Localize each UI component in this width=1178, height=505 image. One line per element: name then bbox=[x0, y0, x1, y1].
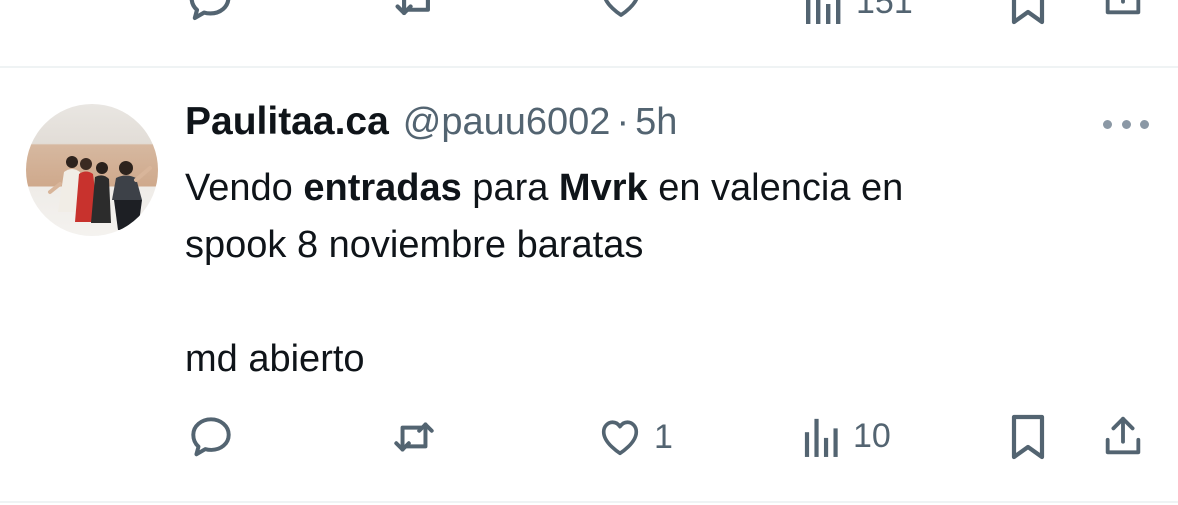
tweet-text-line: md abierto bbox=[185, 338, 365, 380]
reply-icon bbox=[191, 417, 231, 457]
share-icon bbox=[1105, 416, 1141, 455]
share-icon bbox=[1105, 0, 1141, 15]
retweet-icon bbox=[395, 0, 430, 16]
prev-like-button[interactable] bbox=[597, 0, 645, 22]
bookmark-icon bbox=[1011, 0, 1045, 25]
text-run: en valencia en bbox=[647, 167, 904, 209]
retweet-icon bbox=[394, 422, 434, 452]
prev-bookmark-button[interactable] bbox=[1008, 0, 1048, 26]
divider bbox=[0, 501, 1178, 503]
divider bbox=[0, 66, 1178, 68]
prev-retweet-button[interactable] bbox=[389, 0, 443, 26]
more-dot-icon bbox=[1103, 119, 1112, 129]
bookmark-icon bbox=[1011, 414, 1045, 460]
text-run: para bbox=[461, 167, 559, 209]
prev-share-button[interactable] bbox=[1100, 0, 1146, 20]
prev-reply-button[interactable] bbox=[184, 0, 236, 26]
share-button[interactable] bbox=[1100, 412, 1146, 460]
like-button[interactable]: 1 bbox=[596, 414, 673, 460]
prev-views-count: 151 bbox=[856, 0, 913, 21]
views-button[interactable]: 10 bbox=[803, 414, 891, 458]
tweet-header: Paulitaa.ca @pauu6002 · 5h bbox=[185, 100, 677, 150]
prev-views-button[interactable]: 151 bbox=[804, 0, 913, 24]
separator-dot: · bbox=[616, 101, 630, 143]
more-options-button[interactable] bbox=[1103, 112, 1149, 136]
heart-icon bbox=[601, 420, 639, 456]
bookmark-button[interactable] bbox=[1008, 412, 1048, 462]
tweet-text-line: spook 8 noviembre baratas bbox=[185, 224, 644, 266]
text-run-bold: Mvrk bbox=[558, 167, 648, 209]
tweet-text: Vendo entradas para Mvrk en valencia en … bbox=[185, 160, 1085, 388]
views-icon bbox=[804, 418, 838, 457]
tweet-text-line: Vendo entradas para Mvrk en valencia en bbox=[185, 160, 1085, 217]
user-handle[interactable]: @pauu6002 bbox=[403, 101, 611, 144]
views-icon bbox=[806, 0, 841, 24]
previous-tweet-actions: 151 bbox=[0, 0, 1178, 68]
more-dot-icon bbox=[1140, 119, 1149, 129]
more-dot-icon bbox=[1121, 119, 1131, 129]
views-count: 10 bbox=[853, 417, 891, 455]
text-run-bold: entradas bbox=[303, 167, 462, 209]
retweet-button[interactable] bbox=[387, 412, 441, 462]
heart-icon bbox=[604, 0, 638, 17]
like-count: 1 bbox=[654, 418, 673, 456]
display-name[interactable]: Paulitaa.ca bbox=[185, 100, 389, 144]
reply-button[interactable] bbox=[186, 412, 236, 462]
timestamp[interactable]: 5h bbox=[635, 101, 677, 144]
avatar-photo bbox=[48, 156, 152, 230]
text-run: Vendo bbox=[185, 167, 304, 209]
reply-icon bbox=[189, 0, 231, 21]
avatar[interactable] bbox=[26, 104, 158, 236]
